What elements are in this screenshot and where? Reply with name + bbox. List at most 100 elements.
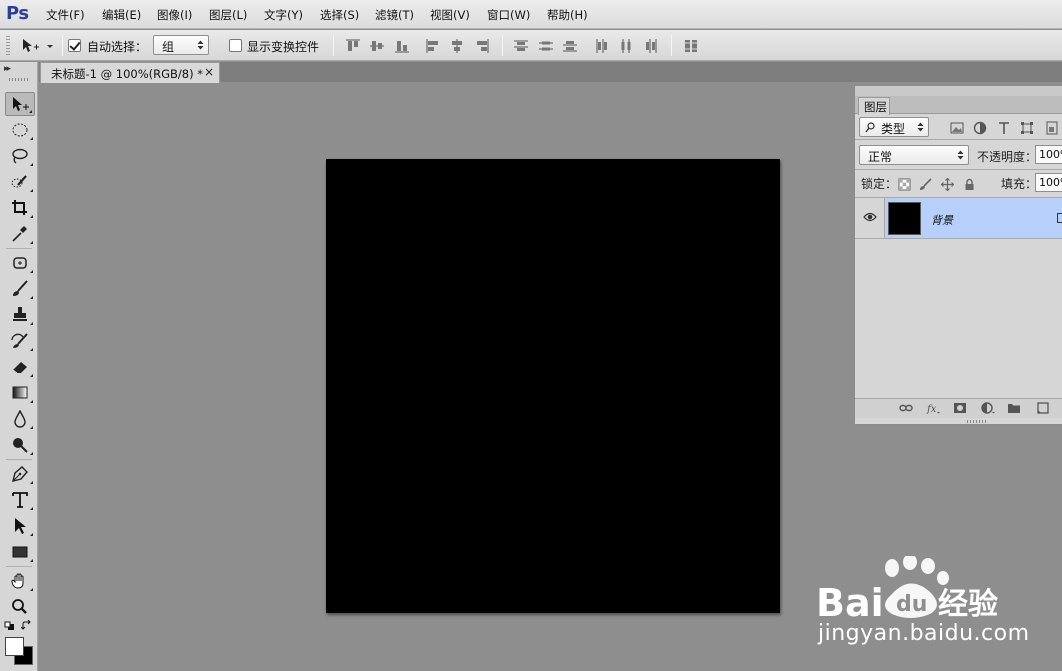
auto-select-target-dropdown[interactable]: 组 — [153, 35, 209, 55]
menu-view[interactable]: 视图(V) — [430, 7, 470, 23]
eye-icon[interactable] — [863, 212, 877, 222]
type-tool[interactable] — [5, 488, 35, 512]
align-top-icon[interactable] — [345, 38, 361, 54]
healing-brush-icon — [13, 257, 27, 269]
spot-healing-tool[interactable] — [5, 251, 35, 275]
show-transform-label: 显示变换控件 — [247, 40, 320, 54]
crop-tool[interactable] — [5, 196, 35, 220]
foreground-color-swatch[interactable] — [5, 637, 24, 656]
lasso-icon — [12, 148, 28, 164]
filter-smart-object-icon[interactable] — [1045, 121, 1059, 135]
submenu-indicator — [30, 374, 33, 377]
menu-filter[interactable]: 滤镜(T) — [375, 7, 414, 23]
menu-edit[interactable]: 编辑(E) — [102, 7, 141, 23]
link-layers-icon[interactable] — [899, 402, 913, 414]
tool-preset-picker[interactable] — [20, 37, 56, 55]
submenu-indicator — [30, 400, 33, 403]
lock-all-icon[interactable] — [963, 178, 976, 191]
crop-icon — [12, 200, 27, 215]
panel-resize-grip[interactable] — [967, 420, 987, 423]
menu-layer[interactable]: 图层(L) — [209, 7, 247, 23]
distribute-top-icon[interactable] — [513, 38, 529, 54]
fx-layer-style-icon[interactable]: fx — [926, 402, 940, 414]
gradient-tool[interactable] — [5, 381, 35, 405]
eraser-tool[interactable] — [5, 355, 35, 379]
new-adjustment-layer-icon[interactable] — [981, 402, 995, 414]
hand-tool[interactable] — [5, 569, 35, 593]
lasso-tool[interactable] — [5, 144, 35, 168]
layer-name[interactable]: 背景 — [931, 212, 953, 228]
menu-file[interactable]: 文件(F) — [46, 7, 85, 23]
menu-bar: Ps 文件(F) 编辑(E) 图像(I) 图层(L) 文字(Y) 选择(S) 滤… — [0, 0, 1062, 29]
show-transform-checkbox[interactable] — [229, 39, 242, 52]
swap-colors-icon[interactable] — [21, 620, 33, 631]
lock-image-pixels-icon[interactable] — [919, 178, 932, 191]
lock-position-icon[interactable] — [941, 178, 954, 191]
distribute-right-icon[interactable] — [643, 38, 659, 54]
blend-mode-dropdown[interactable]: 正常 — [859, 145, 969, 165]
submenu-indicator — [30, 588, 33, 591]
lock-label: 锁定： — [861, 177, 898, 191]
document-tab[interactable]: 未标题-1 @ 100%(RGB/8) * × — [40, 62, 220, 83]
filter-type-layers-icon[interactable] — [997, 121, 1011, 135]
layer-row-background[interactable] — [855, 198, 1062, 238]
menu-select[interactable]: 选择(S) — [320, 7, 359, 23]
auto-align-layers-icon[interactable] — [683, 38, 699, 54]
lock-transparent-pixels-icon[interactable] — [898, 178, 911, 191]
tools-panel-grip[interactable] — [9, 78, 29, 81]
filter-pixel-layers-icon[interactable] — [950, 121, 964, 135]
pen-tool[interactable] — [5, 462, 35, 486]
stepper-arrows-icon — [917, 122, 924, 132]
document-canvas[interactable] — [326, 159, 780, 613]
shape-tool[interactable] — [5, 540, 35, 564]
menu-help[interactable]: 帮助(H) — [547, 7, 588, 23]
distribute-horizontal-center-icon[interactable] — [618, 38, 634, 54]
align-left-icon[interactable] — [425, 38, 441, 54]
filter-shape-layers-icon[interactable] — [1020, 121, 1034, 135]
options-bar: 自动选择： 组 显示变换控件 — [0, 30, 1062, 61]
submenu-indicator — [30, 348, 33, 351]
submenu-indicator — [30, 137, 33, 140]
auto-select-checkbox[interactable] — [68, 39, 81, 52]
menu-window[interactable]: 窗口(W) — [487, 7, 530, 23]
fill-input[interactable]: 100% — [1035, 173, 1062, 192]
layer-filter-dropdown[interactable]: 类型 — [859, 117, 929, 137]
eyedropper-tool[interactable] — [5, 222, 35, 246]
filter-adjustment-layers-icon[interactable] — [973, 121, 987, 135]
distribute-vertical-center-icon[interactable] — [538, 38, 554, 54]
zoom-tool[interactable] — [5, 595, 35, 619]
opacity-input[interactable]: 100% — [1035, 145, 1062, 164]
align-right-icon[interactable] — [474, 38, 490, 54]
eraser-icon — [12, 362, 27, 374]
clone-stamp-tool[interactable] — [5, 303, 35, 327]
options-bar-grip[interactable] — [6, 36, 10, 56]
tab-layers[interactable]: 图层 — [858, 97, 890, 115]
align-bottom-icon[interactable] — [394, 38, 410, 54]
fill-label: 填充： — [1001, 177, 1038, 191]
move-tool[interactable] — [5, 92, 35, 116]
brush-tool[interactable] — [5, 277, 35, 301]
stepper-arrows-icon — [957, 150, 964, 160]
close-tab-icon[interactable]: × — [204, 65, 214, 79]
layer-locked-icon — [1057, 213, 1062, 223]
blur-tool[interactable] — [5, 407, 35, 431]
quick-selection-tool[interactable] — [5, 170, 35, 194]
align-vertical-center-icon[interactable] — [369, 38, 385, 54]
new-group-folder-icon[interactable] — [1007, 402, 1021, 414]
new-layer-icon[interactable] — [1035, 402, 1049, 414]
menu-type[interactable]: 文字(Y) — [264, 7, 303, 23]
collapse-panel-icon[interactable]: ▸▸ — [4, 64, 11, 74]
layer-thumbnail[interactable] — [888, 202, 921, 235]
panel-drag-bar[interactable] — [855, 86, 1062, 96]
align-horizontal-center-icon[interactable] — [449, 38, 465, 54]
marquee-tool[interactable] — [5, 118, 35, 142]
menu-image[interactable]: 图像(I) — [157, 7, 192, 23]
dodge-tool[interactable] — [5, 433, 35, 457]
distribute-left-icon[interactable] — [594, 38, 610, 54]
distribute-bottom-icon[interactable] — [562, 38, 578, 54]
history-brush-tool[interactable] — [5, 329, 35, 353]
add-layer-mask-icon[interactable] — [953, 402, 967, 414]
path-selection-tool[interactable] — [5, 514, 35, 538]
default-colors-icon[interactable] — [4, 621, 16, 631]
stepper-arrows-icon — [197, 40, 204, 50]
